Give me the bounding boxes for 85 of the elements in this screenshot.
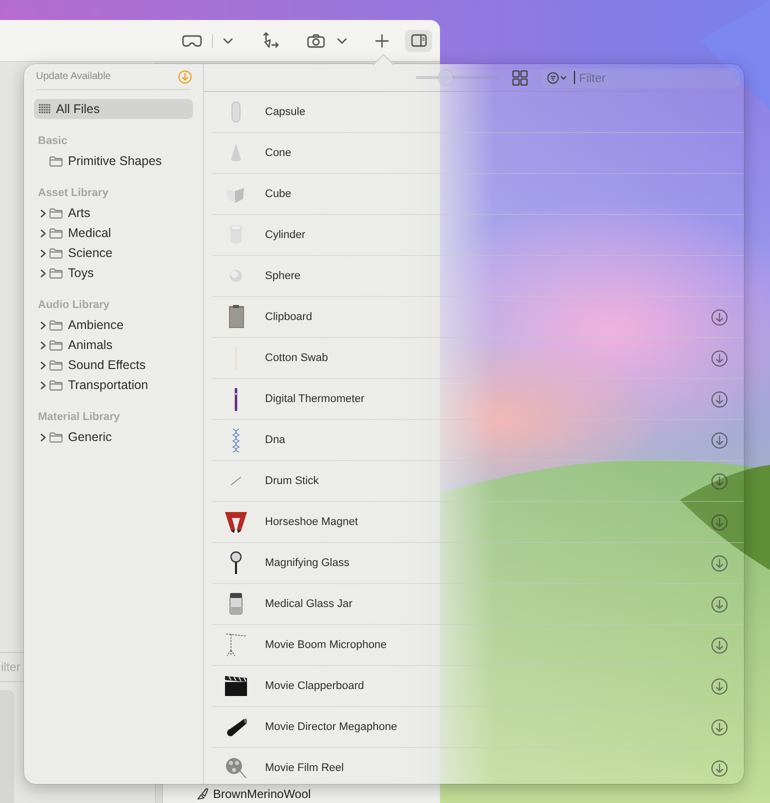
- download-icon[interactable]: [711, 472, 728, 490]
- sidebar-toggle-button[interactable]: [405, 30, 432, 52]
- asset-row[interactable]: Movie Boom Microphone: [212, 625, 744, 666]
- brush-icon: [196, 787, 209, 800]
- folder-icon: [49, 248, 63, 258]
- chevron-right-icon[interactable]: [40, 320, 46, 330]
- capsule-icon: [231, 101, 241, 123]
- folder-icon: [49, 432, 63, 442]
- folder-icon: [49, 268, 63, 278]
- download-icon[interactable]: [711, 760, 728, 776]
- download-icon[interactable]: [711, 636, 728, 654]
- asset-row[interactable]: Magnifying Glass: [212, 543, 744, 584]
- asset-row[interactable]: Capsule: [212, 92, 744, 133]
- update-label: Update Available: [36, 71, 111, 82]
- asset-row[interactable]: Horseshoe Magnet: [212, 502, 744, 543]
- chevron-right-icon[interactable]: [40, 360, 46, 370]
- folder-item[interactable]: Ambience: [24, 315, 203, 335]
- download-icon[interactable]: [711, 596, 728, 612]
- asset-row[interactable]: Movie Clapperboard: [212, 666, 744, 707]
- filter-field[interactable]: Filter: [541, 68, 740, 88]
- folder-item[interactable]: Sound Effects: [24, 355, 203, 375]
- asset-row[interactable]: Cube: [212, 174, 744, 215]
- filter-input[interactable]: Filter: [578, 70, 729, 84]
- figure-arrows-icon[interactable]: [261, 32, 279, 50]
- folder-icon: [49, 228, 63, 238]
- download-icon[interactable]: [711, 678, 728, 694]
- folder-item[interactable]: Science: [24, 243, 203, 263]
- section-heading: Material Library: [38, 410, 121, 425]
- chevron-right-icon[interactable]: [40, 268, 46, 278]
- folder-icon: [49, 320, 63, 330]
- reel-icon: [226, 758, 246, 778]
- download-icon[interactable]: [711, 308, 728, 326]
- asset-row[interactable]: Cone: [212, 133, 744, 174]
- grid-icon: [39, 104, 51, 114]
- folder-icon: [49, 360, 63, 370]
- folder-item[interactable]: Transportation: [24, 375, 203, 395]
- chevron-down-icon[interactable]: [223, 38, 233, 44]
- chevron-right-icon[interactable]: [40, 380, 46, 390]
- asset-row[interactable]: Movie Film Reel: [212, 748, 744, 784]
- asset-row[interactable]: Drum Stick: [212, 461, 744, 502]
- filter-menu-icon[interactable]: [547, 72, 569, 84]
- folder-item[interactable]: Toys: [24, 263, 203, 283]
- asset-row[interactable]: Dna: [212, 420, 744, 461]
- section-heading: Basic: [38, 134, 68, 149]
- helix-icon: [232, 428, 240, 452]
- download-icon[interactable]: [711, 718, 728, 736]
- cone-icon: [231, 143, 241, 163]
- folder-item[interactable]: Animals: [24, 335, 203, 355]
- asset-row[interactable]: Cotton Swab: [212, 338, 744, 379]
- section-heading: Asset Library: [38, 186, 110, 201]
- folder-icon: [49, 380, 63, 390]
- boom-icon: [225, 633, 247, 657]
- asset-row[interactable]: Digital Thermometer: [212, 379, 744, 420]
- download-icon[interactable]: [711, 432, 728, 448]
- asset-row[interactable]: Cylinder: [212, 215, 744, 256]
- asset-row[interactable]: Clipboard: [212, 297, 744, 338]
- folder-item[interactable]: Medical: [24, 223, 203, 243]
- folder-item[interactable]: Primitive Shapes: [24, 151, 203, 171]
- folder-icon: [49, 208, 63, 218]
- download-icon[interactable]: [711, 554, 728, 572]
- chevron-right-icon[interactable]: [40, 228, 46, 238]
- asset-row[interactable]: Sphere: [212, 256, 744, 297]
- headset-icon[interactable]: [182, 34, 202, 46]
- plus-icon[interactable]: [375, 34, 389, 48]
- all-files-item[interactable]: All Files: [34, 99, 193, 119]
- stick-icon: [230, 476, 242, 486]
- grid-icon[interactable]: [512, 70, 528, 86]
- folder-item[interactable]: Generic: [24, 427, 203, 447]
- text-cursor: [574, 71, 575, 84]
- thermometer-icon: [234, 388, 238, 410]
- sidebar-icon: [410, 34, 426, 47]
- section-heading: Audio Library: [38, 298, 111, 313]
- download-icon[interactable]: [711, 390, 728, 408]
- chevron-right-icon[interactable]: [40, 340, 46, 350]
- chevron-right-icon[interactable]: [40, 432, 46, 442]
- camera-icon[interactable]: [307, 34, 325, 48]
- folder-icon: [49, 156, 63, 166]
- asset-row[interactable]: Movie Director Megaphone: [212, 707, 744, 748]
- folder-item[interactable]: Arts: [24, 203, 203, 223]
- download-icon[interactable]: [711, 350, 728, 366]
- chevron-down-icon[interactable]: [337, 38, 347, 44]
- chevron-right-icon[interactable]: [40, 208, 46, 218]
- asset-row[interactable]: Medical Glass Jar: [212, 584, 744, 625]
- folder-icon: [49, 340, 63, 350]
- chevron-right-icon[interactable]: [40, 248, 46, 258]
